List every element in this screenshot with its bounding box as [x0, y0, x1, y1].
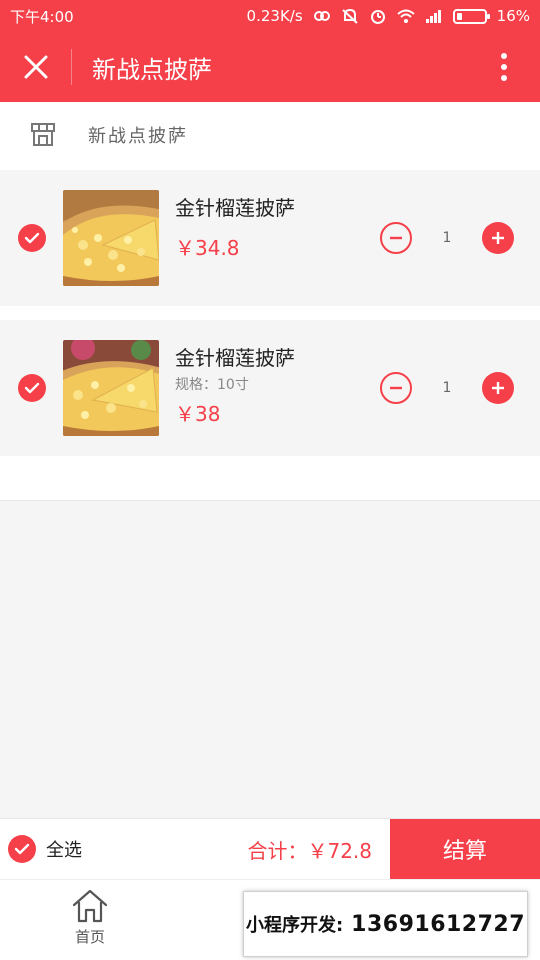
status-bar: 下午4:00 0.23K/s 16% — [0, 0, 540, 32]
plus-icon — [492, 382, 504, 394]
promo-label: 小程序开发: — [245, 915, 344, 936]
product-image[interactable] — [63, 340, 159, 436]
item-name: 金针榴莲披萨 — [175, 346, 295, 370]
more-vertical-icon — [501, 53, 507, 81]
status-icons: 0.23K/s 16% — [247, 7, 530, 25]
increase-button[interactable] — [482, 372, 514, 404]
total-price: 合计：￥72.8 — [247, 838, 372, 863]
quantity-value: 1 — [442, 230, 452, 246]
quantity-stepper: 1 — [380, 372, 514, 404]
divider — [0, 456, 540, 501]
item-checkbox[interactable] — [18, 374, 46, 402]
more-button[interactable] — [468, 52, 540, 82]
quantity-stepper: 1 — [380, 222, 514, 254]
link-icon — [313, 8, 331, 24]
battery-icon — [452, 8, 490, 24]
wifi-icon — [396, 8, 415, 24]
page-title: 新战点披萨 — [92, 55, 212, 84]
divider — [0, 306, 540, 320]
store-icon — [31, 123, 55, 146]
check-icon — [24, 232, 40, 244]
decrease-button[interactable] — [380, 222, 412, 254]
select-all-toggle[interactable]: 全选 — [8, 835, 82, 863]
decrease-button[interactable] — [380, 372, 412, 404]
cart-item: 金针榴莲披萨 规格：10寸 ￥38 1 — [0, 320, 540, 456]
check-icon — [24, 382, 40, 394]
tab-home[interactable]: 首页 — [60, 888, 120, 954]
close-button[interactable] — [0, 49, 72, 85]
product-image[interactable] — [63, 190, 159, 286]
item-info: 金针榴莲披萨 规格：10寸 ￥38 — [175, 340, 380, 436]
alarm-icon — [369, 8, 387, 24]
minus-icon — [390, 236, 402, 240]
network-speed: 0.23K/s — [246, 7, 303, 25]
status-time: 下午4:00 — [10, 7, 74, 26]
signal-icon — [425, 8, 443, 24]
checkout-bar: 全选 合计：￥72.8 结算 — [0, 818, 540, 880]
store-name: 新战点披萨 — [88, 126, 188, 147]
store-header[interactable]: 新战点披萨 — [0, 102, 540, 168]
check-icon — [14, 843, 30, 855]
quantity-value: 1 — [442, 380, 452, 396]
checkout-button[interactable]: 结算 — [390, 818, 540, 880]
cart-item: 金针榴莲披萨 ￥34.8 1 — [0, 170, 540, 306]
promo-phone: 13691612727 — [351, 911, 526, 937]
select-all-label: 全选 — [46, 840, 82, 861]
home-icon — [72, 889, 108, 923]
item-checkbox[interactable] — [18, 224, 46, 252]
select-all-checkbox[interactable] — [8, 835, 36, 863]
mute-icon — [341, 8, 359, 24]
minus-icon — [390, 386, 402, 390]
tab-home-label: 首页 — [74, 928, 105, 946]
plus-icon — [492, 232, 504, 244]
close-icon — [24, 55, 47, 79]
nav-bar: 新战点披萨 — [0, 32, 540, 102]
increase-button[interactable] — [482, 222, 514, 254]
battery-level: 16% — [496, 7, 530, 25]
item-spec: 规格：10寸 — [175, 377, 249, 393]
item-info: 金针榴莲披萨 ￥34.8 — [175, 190, 380, 286]
item-price: ￥38 — [175, 402, 221, 426]
promo-banner: 小程序开发: 13691612727 — [243, 891, 528, 957]
item-name: 金针榴莲披萨 — [175, 196, 295, 220]
item-price: ￥34.8 — [175, 236, 240, 260]
